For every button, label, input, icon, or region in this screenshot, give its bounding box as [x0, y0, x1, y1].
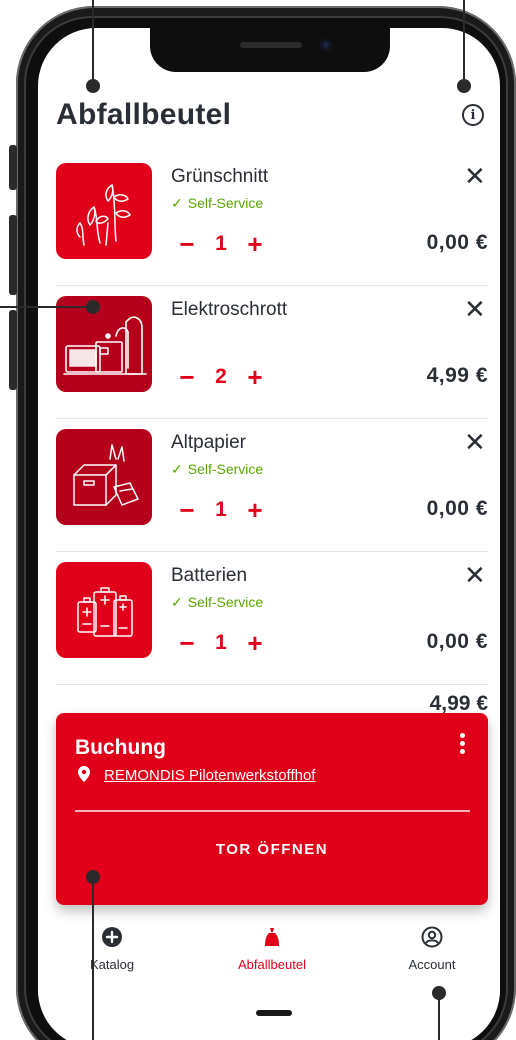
quantity-value: 1: [215, 498, 227, 521]
cart-item-gruenschnitt: Grünschnitt ✓ Self-Service ✕ − 1 + 0,00 €: [38, 153, 500, 286]
item-price: 0,00 €: [426, 497, 488, 520]
quantity-value: 1: [215, 631, 227, 654]
decrease-button[interactable]: −: [174, 497, 200, 523]
location-pin-icon: [78, 766, 90, 782]
callout-dot: [457, 79, 471, 93]
nav-item-abfallbeutel[interactable]: Abfallbeutel: [202, 926, 342, 972]
close-icon[interactable]: ✕: [464, 429, 486, 455]
more-options-icon[interactable]: [460, 733, 466, 754]
nav-item-katalog[interactable]: Katalog: [42, 926, 182, 972]
bag-icon: [265, 928, 279, 946]
page-title: Abfallbeutel: [56, 98, 232, 131]
item-divider: [56, 684, 488, 685]
check-icon: ✓: [171, 461, 183, 477]
nav-label: Account: [408, 957, 456, 972]
self-service-badge: ✓ Self-Service: [171, 461, 263, 478]
callout-dot: [86, 79, 100, 93]
callout-dot: [86, 300, 100, 314]
quantity-stepper: − 1 +: [174, 493, 268, 527]
self-service-label: Self-Service: [187, 461, 264, 477]
self-service-badge: ✓ Self-Service: [171, 594, 263, 611]
check-icon: ✓: [171, 594, 183, 610]
item-name: Grünschnitt: [171, 166, 269, 187]
close-icon[interactable]: ✕: [464, 562, 486, 588]
battery-icon: [56, 562, 152, 658]
decrease-button[interactable]: −: [174, 630, 200, 656]
cart-item-elektroschrott: Elektroschrott ✕ − 2 + 4,99 €: [38, 286, 500, 419]
electronics-icon: [56, 296, 152, 392]
self-service-badge: ✓ Self-Service: [171, 195, 263, 212]
self-service-label: Self-Service: [187, 594, 264, 610]
check-icon: ✓: [171, 195, 183, 211]
bottom-navigation: Katalog Abfallbeutel Account: [38, 926, 500, 996]
cart-item-batterien: Batterien ✓ Self-Service ✕ − 1 + 0,00 €: [38, 552, 500, 685]
notch: [150, 28, 390, 72]
account-icon: [421, 926, 443, 948]
item-name: Altpapier: [171, 432, 246, 453]
callout-line: [463, 0, 465, 84]
quantity-value: 2: [215, 365, 227, 388]
speaker: [240, 42, 302, 48]
phone-volume-up: [9, 215, 17, 295]
callout-dot: [432, 986, 446, 1000]
item-name: Batterien: [171, 565, 248, 586]
increase-button[interactable]: +: [242, 364, 268, 390]
increase-button[interactable]: +: [242, 630, 268, 656]
increase-button[interactable]: +: [242, 497, 268, 523]
nav-item-account[interactable]: Account: [362, 926, 500, 972]
nav-label: Katalog: [89, 957, 135, 972]
home-indicator: [256, 1010, 292, 1016]
callout-line: [92, 0, 94, 84]
info-icon[interactable]: i: [462, 104, 484, 126]
app-screen: Abfallbeutel i Grünschnitt ✓ Self-Servic…: [38, 28, 500, 1040]
open-gate-button[interactable]: TOR ÖFFNEN: [56, 841, 488, 858]
item-price: 0,00 €: [426, 630, 488, 653]
self-service-label: Self-Service: [187, 195, 264, 211]
screenshot-stage: Abfallbeutel i Grünschnitt ✓ Self-Servic…: [0, 0, 516, 1040]
close-icon[interactable]: ✕: [464, 296, 486, 322]
callout-line: [0, 306, 90, 308]
paper-icon: [56, 429, 152, 525]
booking-title: Buchung: [75, 736, 166, 759]
quantity-stepper: − 1 +: [174, 227, 268, 261]
phone-mute-switch: [9, 145, 17, 190]
front-camera: [320, 39, 332, 51]
increase-button[interactable]: +: [242, 231, 268, 257]
phone-volume-down: [9, 310, 17, 390]
item-price: 4,99 €: [426, 364, 488, 387]
close-icon[interactable]: ✕: [464, 163, 486, 189]
item-price: 0,00 €: [426, 231, 488, 254]
add-circle-icon: [102, 927, 122, 947]
quantity-stepper: − 1 +: [174, 626, 268, 660]
booking-divider: [75, 810, 470, 812]
green-waste-icon: [56, 163, 152, 259]
booking-card: Buchung REMONDIS Pilotenwerkstoffhof TOR…: [56, 713, 488, 905]
quantity-value: 1: [215, 232, 227, 255]
decrease-button[interactable]: −: [174, 231, 200, 257]
location-link[interactable]: REMONDIS Pilotenwerkstoffhof: [104, 767, 315, 784]
callout-dot: [86, 870, 100, 884]
quantity-stepper: − 2 +: [174, 360, 268, 394]
item-name: Elektroschrott: [171, 299, 288, 320]
cart-item-altpapier: Altpapier ✓ Self-Service ✕ − 1 + 0,00 €: [38, 419, 500, 552]
decrease-button[interactable]: −: [174, 364, 200, 390]
callout-line: [92, 876, 94, 1040]
nav-label: Abfallbeutel: [238, 957, 306, 972]
